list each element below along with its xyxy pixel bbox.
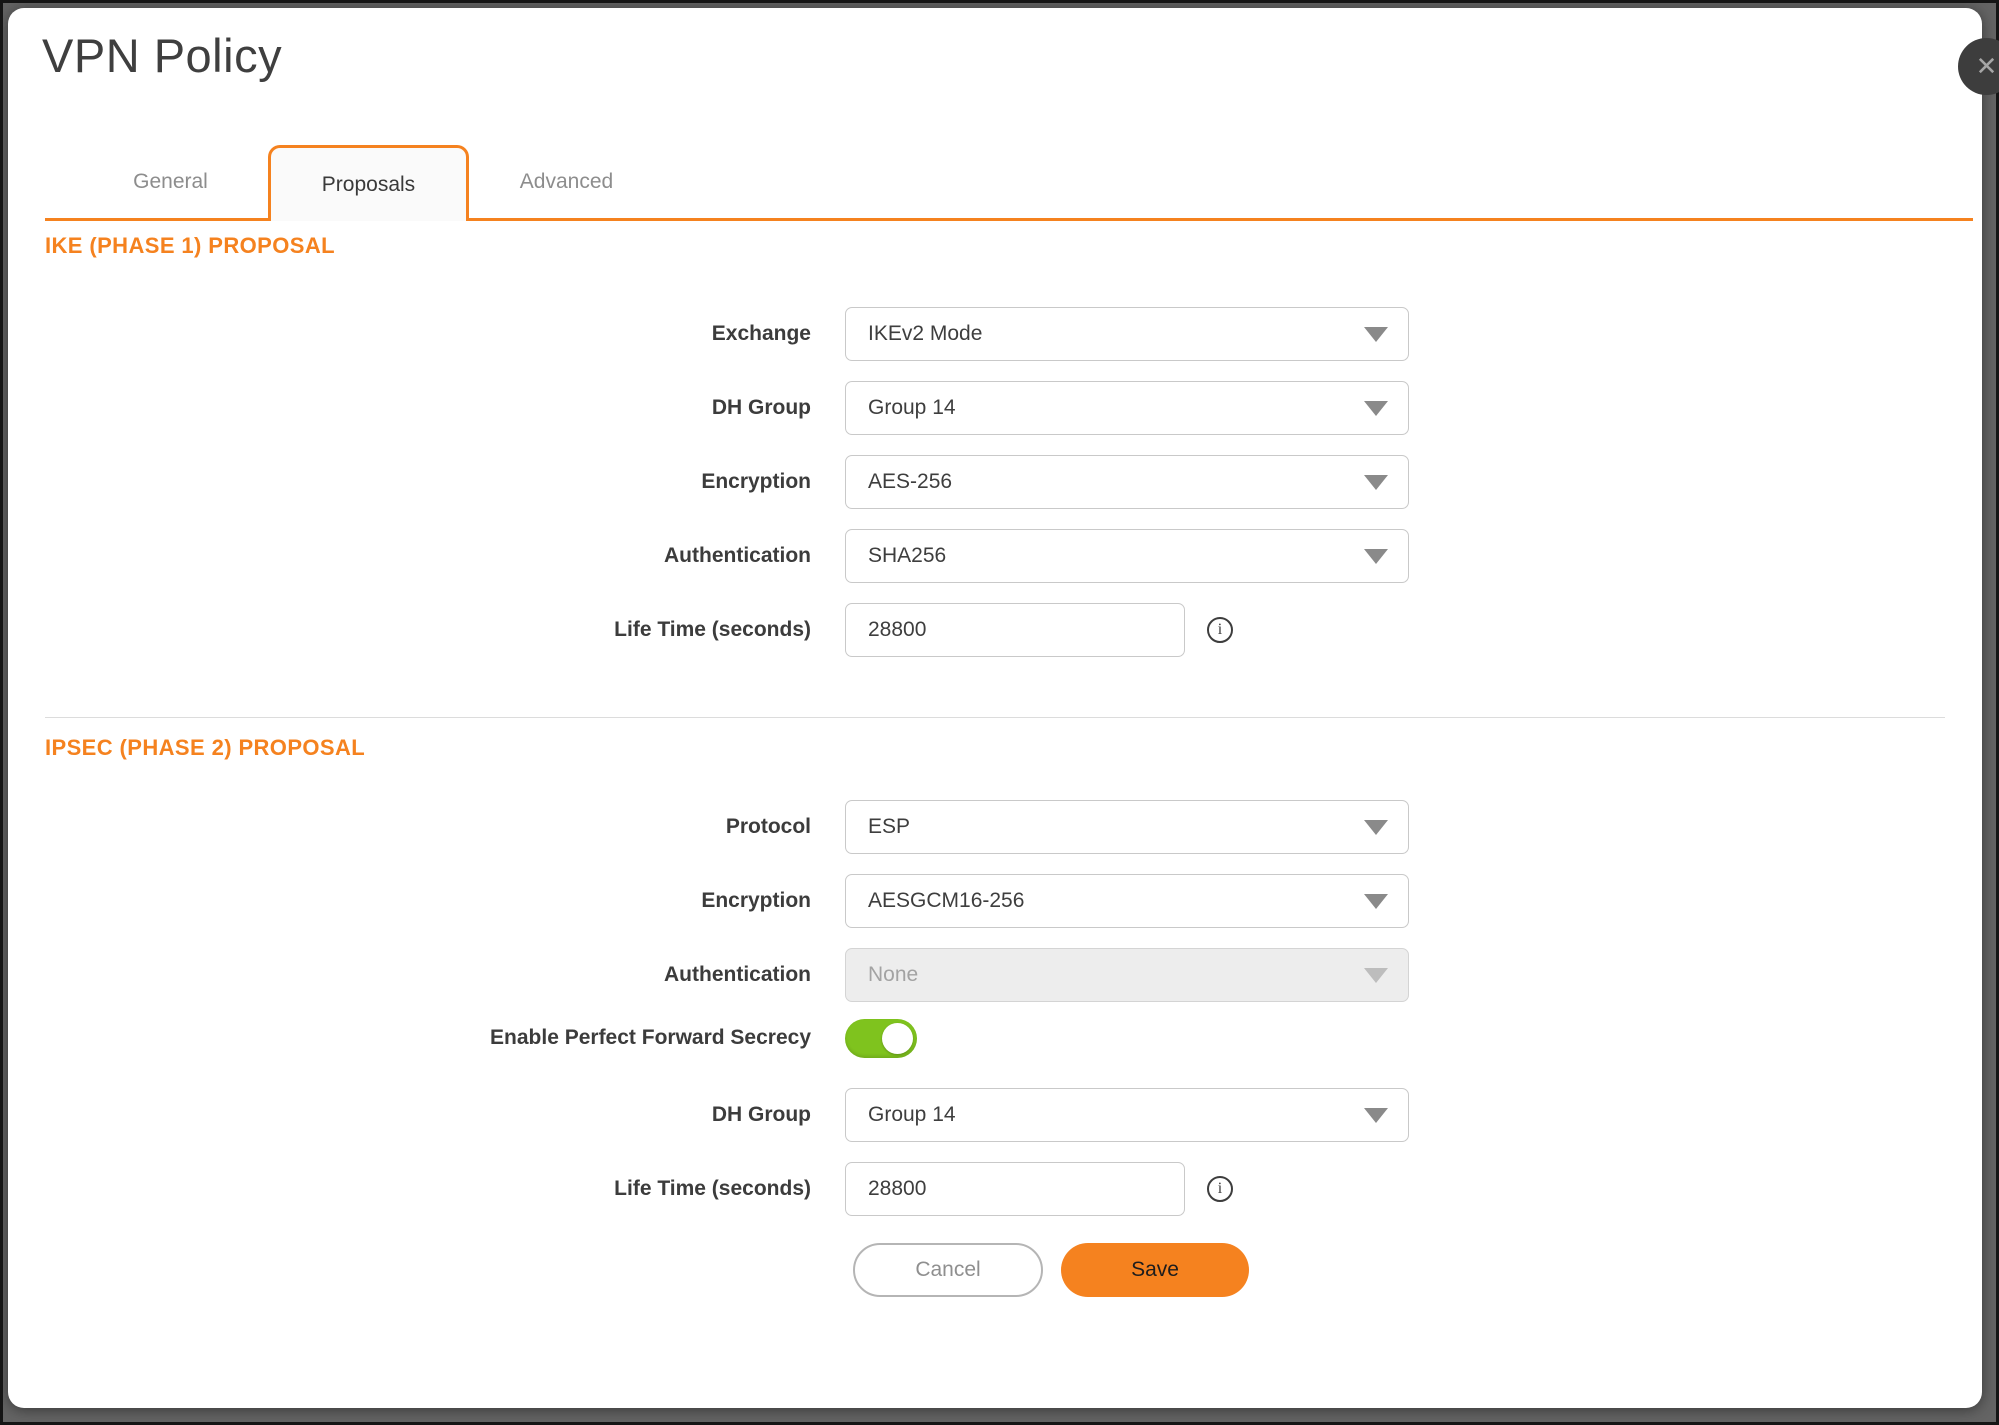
protocol-label: Protocol xyxy=(725,815,811,838)
p1-authentication-select[interactable]: SHA256 xyxy=(845,529,1409,583)
toggle-knob xyxy=(882,1022,913,1054)
p2-encryption-select[interactable]: AESGCM16-256 xyxy=(845,874,1409,928)
vpn-policy-dialog: VPN Policy General Proposals Advanced IK… xyxy=(8,8,1982,1408)
exchange-label: Exchange xyxy=(711,322,811,345)
select-value: Group 14 xyxy=(868,1103,956,1126)
chevron-down-icon xyxy=(1364,894,1388,909)
select-value: SHA256 xyxy=(868,544,947,567)
p1-encryption-row: Encryption AES-256 xyxy=(45,455,1409,509)
p1-lifetime-input[interactable] xyxy=(845,603,1185,657)
info-icon[interactable]: i xyxy=(1207,617,1233,643)
select-value: AESGCM16-256 xyxy=(868,889,1025,912)
p1-lifetime-row: Life Time (seconds) i xyxy=(45,603,1233,657)
p2-encryption-row: Encryption AESGCM16-256 xyxy=(45,874,1409,928)
p2-lifetime-row: Life Time (seconds) i xyxy=(45,1162,1233,1216)
chevron-down-icon xyxy=(1364,475,1388,490)
pfs-toggle[interactable] xyxy=(845,1018,917,1058)
p1-dh-group-row: DH Group Group 14 xyxy=(45,381,1409,435)
protocol-row: Protocol ESP xyxy=(45,800,1409,854)
exchange-row: Exchange IKEv2 Mode xyxy=(45,307,1409,361)
section-divider xyxy=(45,717,1945,718)
chevron-down-icon xyxy=(1364,401,1388,416)
ike-phase1-heading: IKE (PHASE 1) PROPOSAL xyxy=(45,233,335,258)
lifetime-label: Life Time (seconds) xyxy=(614,1177,811,1200)
p1-exchange-select[interactable]: IKEv2 Mode xyxy=(845,307,1409,361)
p1-encryption-select[interactable]: AES-256 xyxy=(845,455,1409,509)
p2-authentication-row: Authentication None xyxy=(45,948,1409,1002)
lifetime-label: Life Time (seconds) xyxy=(614,618,811,641)
select-value: IKEv2 Mode xyxy=(868,322,983,345)
pfs-row: Enable Perfect Forward Secrecy xyxy=(45,1011,917,1065)
chevron-down-icon xyxy=(1364,968,1388,983)
p2-dh-group-row: DH Group Group 14 xyxy=(45,1088,1409,1142)
pfs-label: Enable Perfect Forward Secrecy xyxy=(490,1026,811,1049)
select-value: AES-256 xyxy=(868,470,953,493)
p2-protocol-select[interactable]: ESP xyxy=(845,800,1409,854)
chevron-down-icon xyxy=(1364,327,1388,342)
p2-lifetime-input[interactable] xyxy=(845,1162,1185,1216)
chevron-down-icon xyxy=(1364,1108,1388,1123)
dh-group-label: DH Group xyxy=(711,1103,811,1126)
encryption-label: Encryption xyxy=(701,889,811,912)
authentication-label: Authentication xyxy=(664,544,811,567)
cancel-button[interactable]: Cancel xyxy=(853,1243,1043,1297)
select-value: None xyxy=(868,963,919,986)
select-value: ESP xyxy=(868,815,911,838)
info-icon[interactable]: i xyxy=(1207,1176,1233,1202)
dh-group-label: DH Group xyxy=(711,396,811,419)
p1-authentication-row: Authentication SHA256 xyxy=(45,529,1409,583)
p1-dh-group-select[interactable]: Group 14 xyxy=(845,381,1409,435)
tab-proposals[interactable]: Proposals xyxy=(268,145,469,221)
select-value: Group 14 xyxy=(868,396,956,419)
encryption-label: Encryption xyxy=(701,470,811,493)
authentication-label: Authentication xyxy=(664,963,811,986)
save-button[interactable]: Save xyxy=(1061,1243,1249,1297)
chevron-down-icon xyxy=(1364,549,1388,564)
footer-actions: Cancel Save xyxy=(853,1243,1249,1297)
dialog-title: VPN Policy xyxy=(42,29,283,82)
tab-bar: General Proposals Advanced xyxy=(45,145,1973,221)
ipsec-phase2-heading: IPSEC (PHASE 2) PROPOSAL xyxy=(45,735,366,760)
p2-authentication-select: None xyxy=(845,948,1409,1002)
chevron-down-icon xyxy=(1364,820,1388,835)
p2-dh-group-select[interactable]: Group 14 xyxy=(845,1088,1409,1142)
tab-advanced[interactable]: Advanced xyxy=(469,145,664,218)
tab-general[interactable]: General xyxy=(73,145,268,218)
